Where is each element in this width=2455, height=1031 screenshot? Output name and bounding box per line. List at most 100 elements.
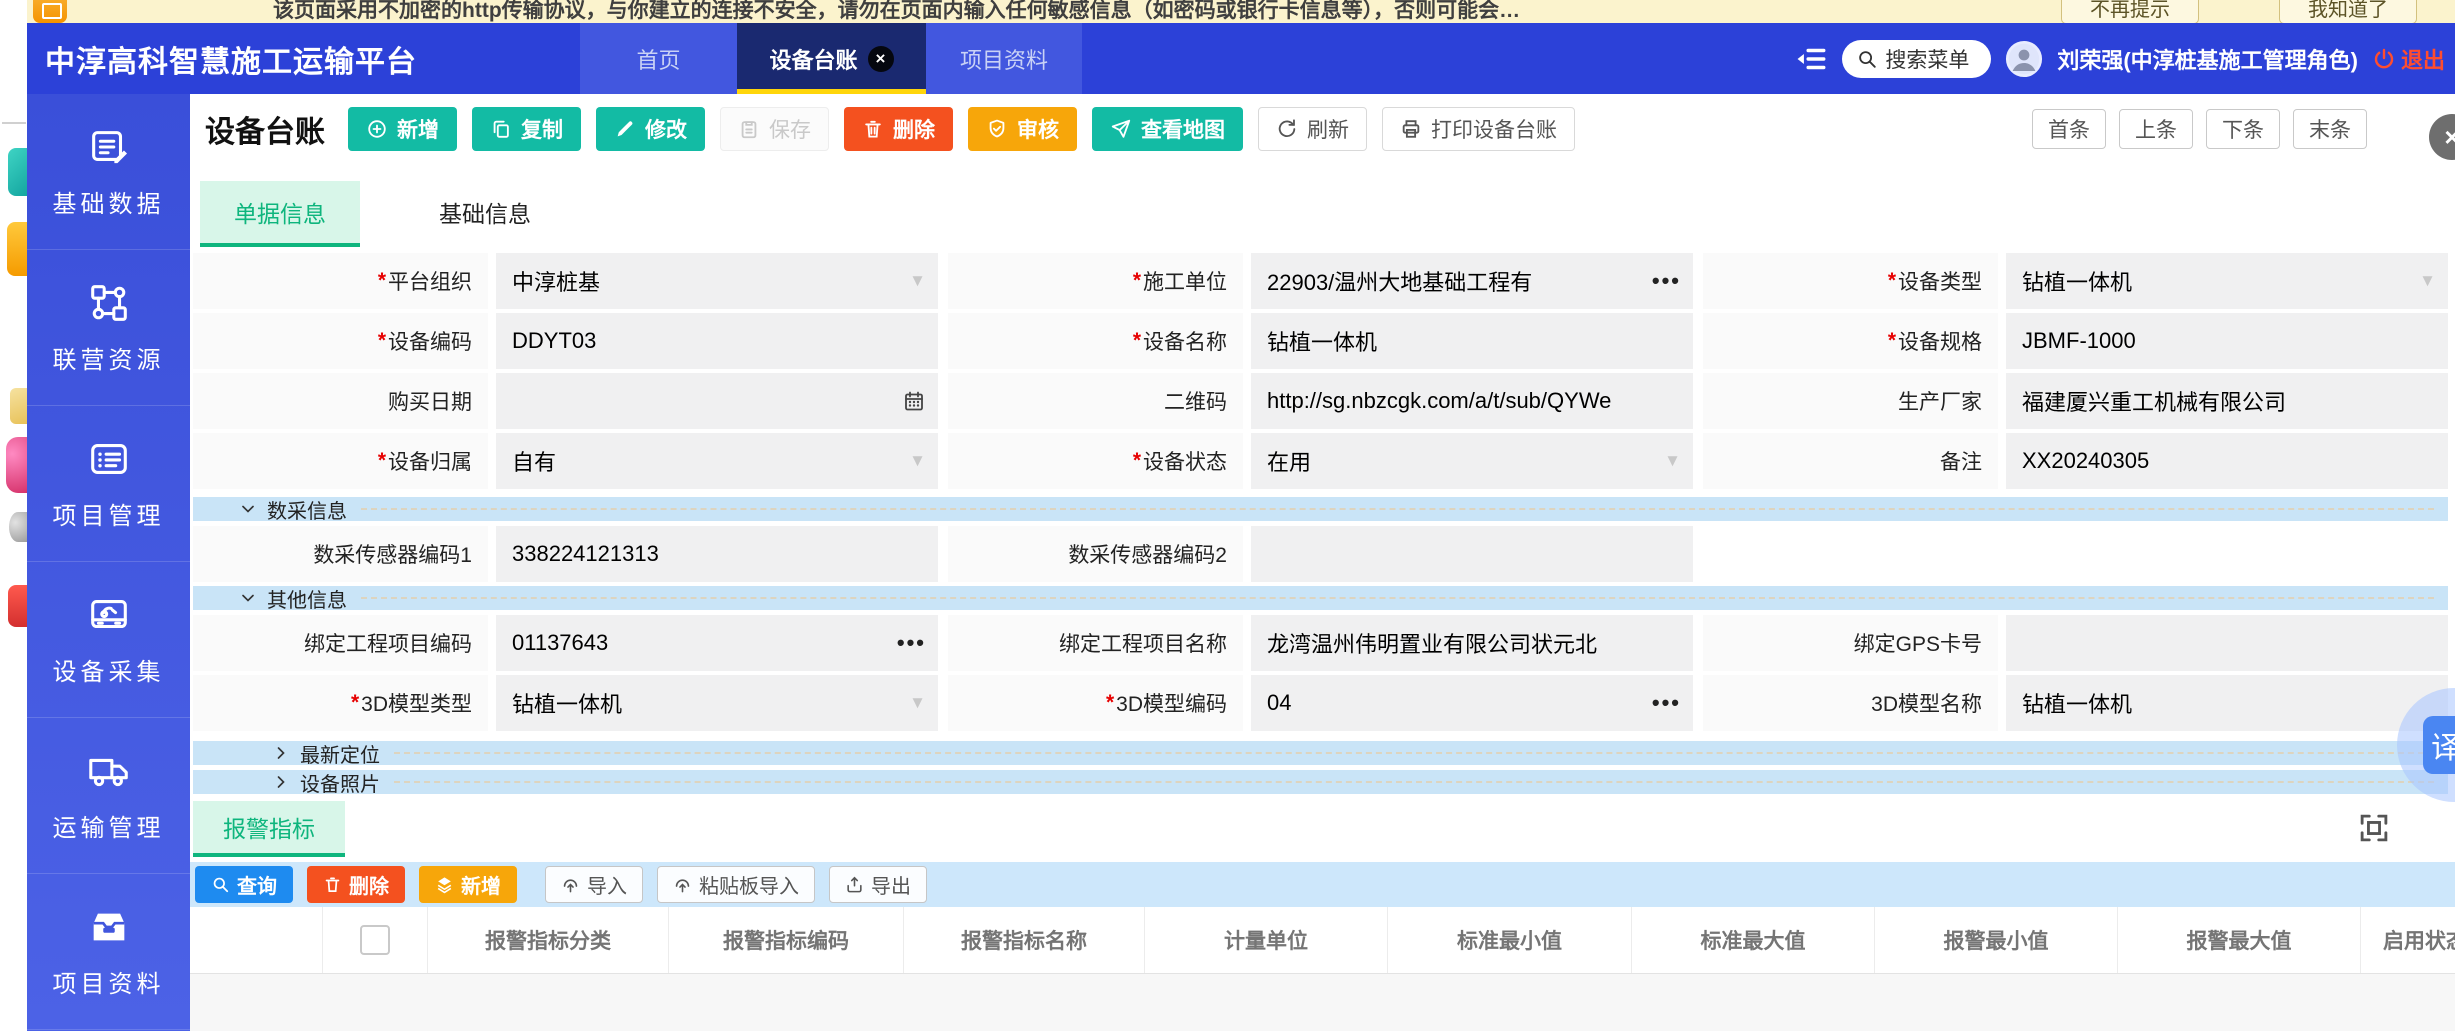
clipboard-import-button[interactable]: 粘贴板导入 [657,866,815,903]
menu-fold-icon[interactable] [1794,42,1828,76]
import-button[interactable]: 导入 [545,866,643,903]
warning-confirm-button[interactable]: 我知道了 [2279,0,2417,23]
bound-gps-card-input[interactable] [2006,615,2448,671]
bound-project-name-input[interactable]: 龙湾温州伟明置业有限公司状元北 [1251,615,1693,671]
field-purchase-date: 购买日期 [193,373,938,429]
tab-alarm-indicators[interactable]: 报警指标 [193,801,345,857]
translate-float-button[interactable]: 译 [2423,716,2455,774]
logout-button[interactable]: 退出 [2372,43,2445,75]
section-data-collection[interactable]: 数采信息 [193,497,2448,521]
sensor-code-2-input[interactable] [1251,526,1693,582]
construction-unit-lookup[interactable]: 22903/温州大地基础工程有••• [1251,253,1693,309]
tab-document-info[interactable]: 单据信息 [200,181,360,247]
close-icon[interactable]: × [868,46,894,72]
nav-tab-home[interactable]: 首页 [580,23,737,94]
warning-dismiss-button[interactable]: 不再提示 [2061,0,2199,23]
field-equipment-type: *设备类型 钻植一体机▼ [1703,253,2448,309]
column-header: 报警指标名称 [904,907,1145,973]
section-divider [361,597,2434,599]
clipboard-icon [738,118,760,140]
select-all-checkbox[interactable] [360,925,390,955]
purchase-date-input[interactable] [496,373,938,429]
sidebar-item-project-management[interactable]: 项目管理 [27,406,190,562]
ellipsis-lookup-icon[interactable]: ••• [897,630,926,656]
ellipsis-lookup-icon[interactable]: ••• [1652,690,1681,716]
column-header: 计量单位 [1145,907,1388,973]
ellipsis-lookup-icon[interactable]: ••• [1652,268,1681,294]
field-bound-project-name: 绑定工程项目名称 龙湾温州伟明置业有限公司状元北 [948,615,1693,671]
dock-icon-yellow[interactable] [10,388,27,424]
sensor-code-1-input[interactable]: 338224121313 [496,526,938,582]
equipment-name-input[interactable]: 钻植一体机 [1251,313,1693,369]
next-record-button[interactable]: 下条 [2206,109,2280,149]
search-icon [1856,48,1878,70]
main-sidebar: 基础数据 联营资源 [27,94,190,1031]
search-menu-button[interactable]: 搜索菜单 [1842,40,1991,78]
navbar-right-cluster: 搜索菜单 刘荣强(中淳桩基施工管理角色) 退出 [1794,23,2445,94]
export-icon [845,875,864,894]
column-header: 报警最小值 [1875,907,2118,973]
platform-org-select[interactable]: 中淳桩基▼ [496,253,938,309]
required-mark: * [378,329,386,353]
last-record-button[interactable]: 末条 [2293,109,2367,149]
background-dock-strip [0,0,27,1031]
section-other-info[interactable]: 其他信息 [193,586,2448,610]
save-button[interactable]: 保存 [720,107,829,151]
equipment-status-select[interactable]: 在用▼ [1251,433,1693,489]
qr-code-input[interactable]: http://sg.nbzcgk.com/a/t/sub/QYWe [1251,373,1693,429]
equipment-type-select[interactable]: 钻植一体机▼ [2006,253,2448,309]
open-page-tabs: 首页 设备台账 × 项目资料 [580,23,1082,94]
bound-project-code-lookup[interactable]: 01137643••• [496,615,938,671]
3d-model-code-lookup[interactable]: 04••• [1251,675,1693,731]
section-equipment-photos[interactable]: 设备照片 [193,770,2448,794]
delete-button[interactable]: 删除 [844,107,953,151]
print-ledger-button[interactable]: 打印设备台账 [1382,107,1575,151]
first-record-button[interactable]: 首条 [2032,109,2106,149]
column-header: 标准最大值 [1632,907,1875,973]
user-avatar-icon[interactable] [2005,40,2043,78]
alarm-delete-button[interactable]: 删除 [307,866,405,903]
refresh-icon [1276,118,1298,140]
alarm-add-button[interactable]: 新增 [419,866,517,903]
nav-tab-equipment-ledger[interactable]: 设备台账 × [737,23,926,94]
query-button[interactable]: 查询 [195,866,293,903]
audit-button[interactable]: 审核 [968,107,1077,151]
chevron-down-icon [238,588,258,608]
tab-basic-info[interactable]: 基础信息 [405,181,565,247]
sidebar-item-transport-management[interactable]: 运输管理 [27,718,190,874]
previous-record-button[interactable]: 上条 [2119,109,2193,149]
dock-icon-orange[interactable] [7,222,27,276]
add-button[interactable]: 新增 [348,107,457,151]
dock-icon-gray[interactable] [9,512,27,542]
fullscreen-icon[interactable] [2355,809,2393,847]
nav-tab-project-files[interactable]: 项目资料 [926,23,1082,94]
equipment-spec-input[interactable]: JBMF-1000 [2006,313,2448,369]
equipment-ownership-select[interactable]: 自有▼ [496,433,938,489]
manufacturer-input[interactable]: 福建厦兴重工机械有限公司 [2006,373,2448,429]
calendar-icon[interactable] [902,389,926,413]
section-latest-location[interactable]: 最新定位 [193,741,2448,765]
dock-icon-red[interactable] [8,585,27,627]
required-mark: * [1133,449,1141,473]
field-bound-gps-card: 绑定GPS卡号 [1703,615,2448,671]
dock-icon-teal[interactable] [8,148,27,196]
chevron-down-icon: ▼ [1664,451,1681,471]
equipment-code-input[interactable]: DDYT03 [496,313,938,369]
edit-button[interactable]: 修改 [596,107,705,151]
export-button[interactable]: 导出 [829,866,927,903]
dock-icon-magenta[interactable] [6,437,27,493]
sidebar-item-project-files[interactable]: 项目资料 [27,874,190,1030]
sidebar-item-joint-resources[interactable]: 联营资源 [27,250,190,406]
3d-model-name-input[interactable]: 钻植一体机 [2006,675,2448,731]
3d-model-type-select[interactable]: 钻植一体机▼ [496,675,938,731]
truck-icon [86,748,132,794]
current-user-label[interactable]: 刘荣强(中淳桩基施工管理角色) [2057,43,2358,75]
sidebar-item-base-data[interactable]: 基础数据 [27,94,190,250]
refresh-button[interactable]: 刷新 [1258,107,1367,151]
view-map-button[interactable]: 查看地图 [1092,107,1243,151]
sidebar-item-device-collection[interactable]: 设备采集 [27,562,190,718]
select-all-column [323,907,428,973]
field-equipment-spec: *设备规格 JBMF-1000 [1703,313,2448,369]
remark-input[interactable]: XX20240305 [2006,433,2448,489]
copy-button[interactable]: 复制 [472,107,581,151]
